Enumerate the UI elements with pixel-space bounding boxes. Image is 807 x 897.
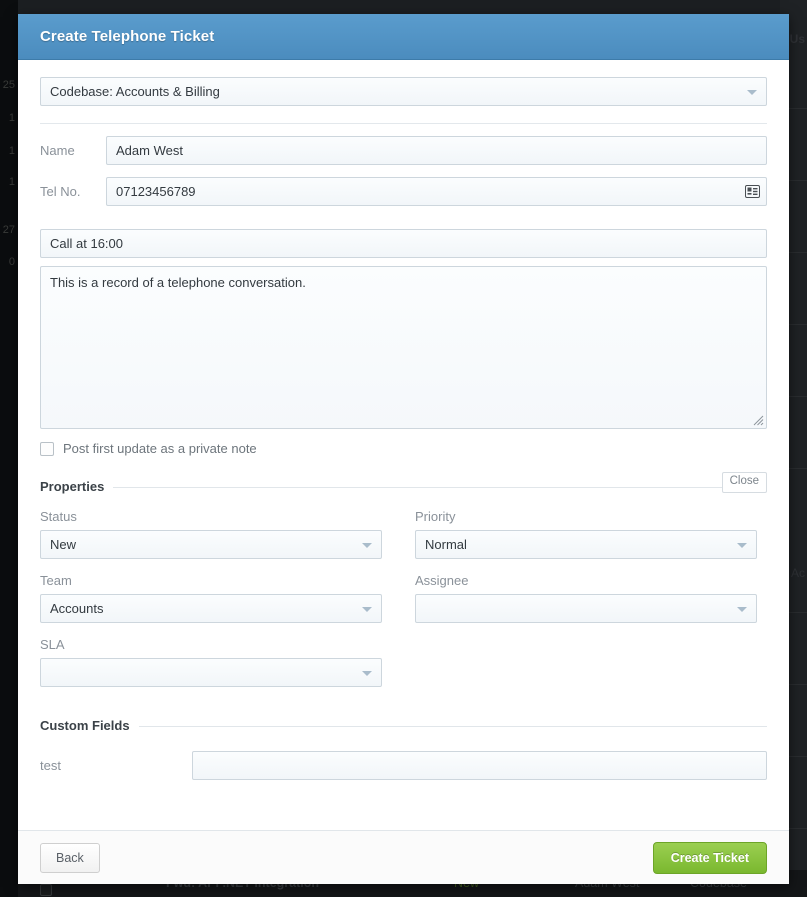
subject-input[interactable] <box>40 229 767 258</box>
message-body-textarea[interactable] <box>40 266 767 429</box>
subject-row <box>18 206 789 258</box>
status-select-value[interactable]: New <box>40 530 382 559</box>
assignee-select-value[interactable] <box>415 594 757 623</box>
codebase-select-value[interactable]: Codebase: Accounts & Billing <box>40 77 767 106</box>
back-button[interactable]: Back <box>40 842 100 873</box>
codebase-row: Codebase: Accounts & Billing <box>18 60 789 124</box>
background-sidebar-count: 1 <box>8 145 15 157</box>
section-divider <box>40 123 767 124</box>
background-sidebar-count: 0 <box>8 256 15 268</box>
create-telephone-ticket-dialog: Create Telephone Ticket Codebase: Accoun… <box>18 14 789 884</box>
team-select-value[interactable]: Accounts <box>40 594 382 623</box>
sla-select-value[interactable] <box>40 658 382 687</box>
background-sidebar-count: 27 <box>2 224 15 236</box>
contact-card-icon[interactable] <box>739 178 766 205</box>
section-rule <box>40 487 767 488</box>
tel-input[interactable] <box>106 177 767 206</box>
name-label: Name <box>40 143 75 158</box>
dialog-header: Create Telephone Ticket <box>18 14 789 60</box>
background-column-header: Us <box>789 32 805 46</box>
name-input[interactable] <box>106 136 767 165</box>
sla-select[interactable] <box>40 658 382 687</box>
private-note-checkbox[interactable] <box>40 441 54 456</box>
body-row <box>18 258 789 429</box>
dialog-title: Create Telephone Ticket <box>40 28 215 45</box>
background-sidebar: 25 1 1 1 27 0 <box>0 0 18 897</box>
background-sidebar-count: 25 <box>2 79 15 91</box>
custom-fields-section-header: Custom Fields <box>40 717 767 734</box>
property-assignee: Assignee <box>415 573 757 623</box>
property-team: Team Accounts <box>40 573 382 623</box>
sla-label: SLA <box>40 637 65 652</box>
tel-row: Tel No. <box>18 177 789 206</box>
priority-select-value[interactable]: Normal <box>415 530 757 559</box>
dialog-body: Codebase: Accounts & Billing Name Tel No… <box>18 60 789 780</box>
custom-field-label: test <box>40 758 61 773</box>
priority-select[interactable]: Normal <box>415 530 757 559</box>
status-select[interactable]: New <box>40 530 382 559</box>
section-rule <box>40 726 767 727</box>
codebase-select[interactable]: Codebase: Accounts & Billing <box>40 77 767 106</box>
priority-label: Priority <box>415 509 456 524</box>
properties-section-header: Properties Close <box>40 472 767 495</box>
background-row-checkbox <box>40 884 52 896</box>
private-note-row[interactable]: Post first update as a private note <box>18 441 789 456</box>
background-sidebar-count: 1 <box>8 176 15 188</box>
assignee-label: Assignee <box>415 573 469 588</box>
properties-grid: Status New Priority Normal Team Accounts <box>18 495 789 687</box>
status-label: Status <box>40 509 77 524</box>
tel-label: Tel No. <box>40 184 81 199</box>
custom-fields-heading: Custom Fields <box>40 718 139 733</box>
name-row: Name <box>18 136 789 165</box>
property-priority: Priority Normal <box>415 509 757 559</box>
dialog-footer: Back Create Ticket <box>18 830 789 884</box>
assignee-select[interactable] <box>415 594 757 623</box>
team-select[interactable]: Accounts <box>40 594 382 623</box>
close-properties-button[interactable]: Close <box>721 472 767 493</box>
background-sidebar-count: 1 <box>8 112 15 124</box>
custom-field-row: test <box>18 751 789 780</box>
property-sla: SLA <box>40 637 382 687</box>
properties-heading: Properties <box>40 479 114 494</box>
background-cell-text: Ac <box>790 566 805 580</box>
custom-field-test-input[interactable] <box>192 751 767 780</box>
private-note-label: Post first update as a private note <box>63 441 257 456</box>
team-label: Team <box>40 573 72 588</box>
create-ticket-button[interactable]: Create Ticket <box>652 841 767 874</box>
property-status: Status New <box>40 509 382 559</box>
